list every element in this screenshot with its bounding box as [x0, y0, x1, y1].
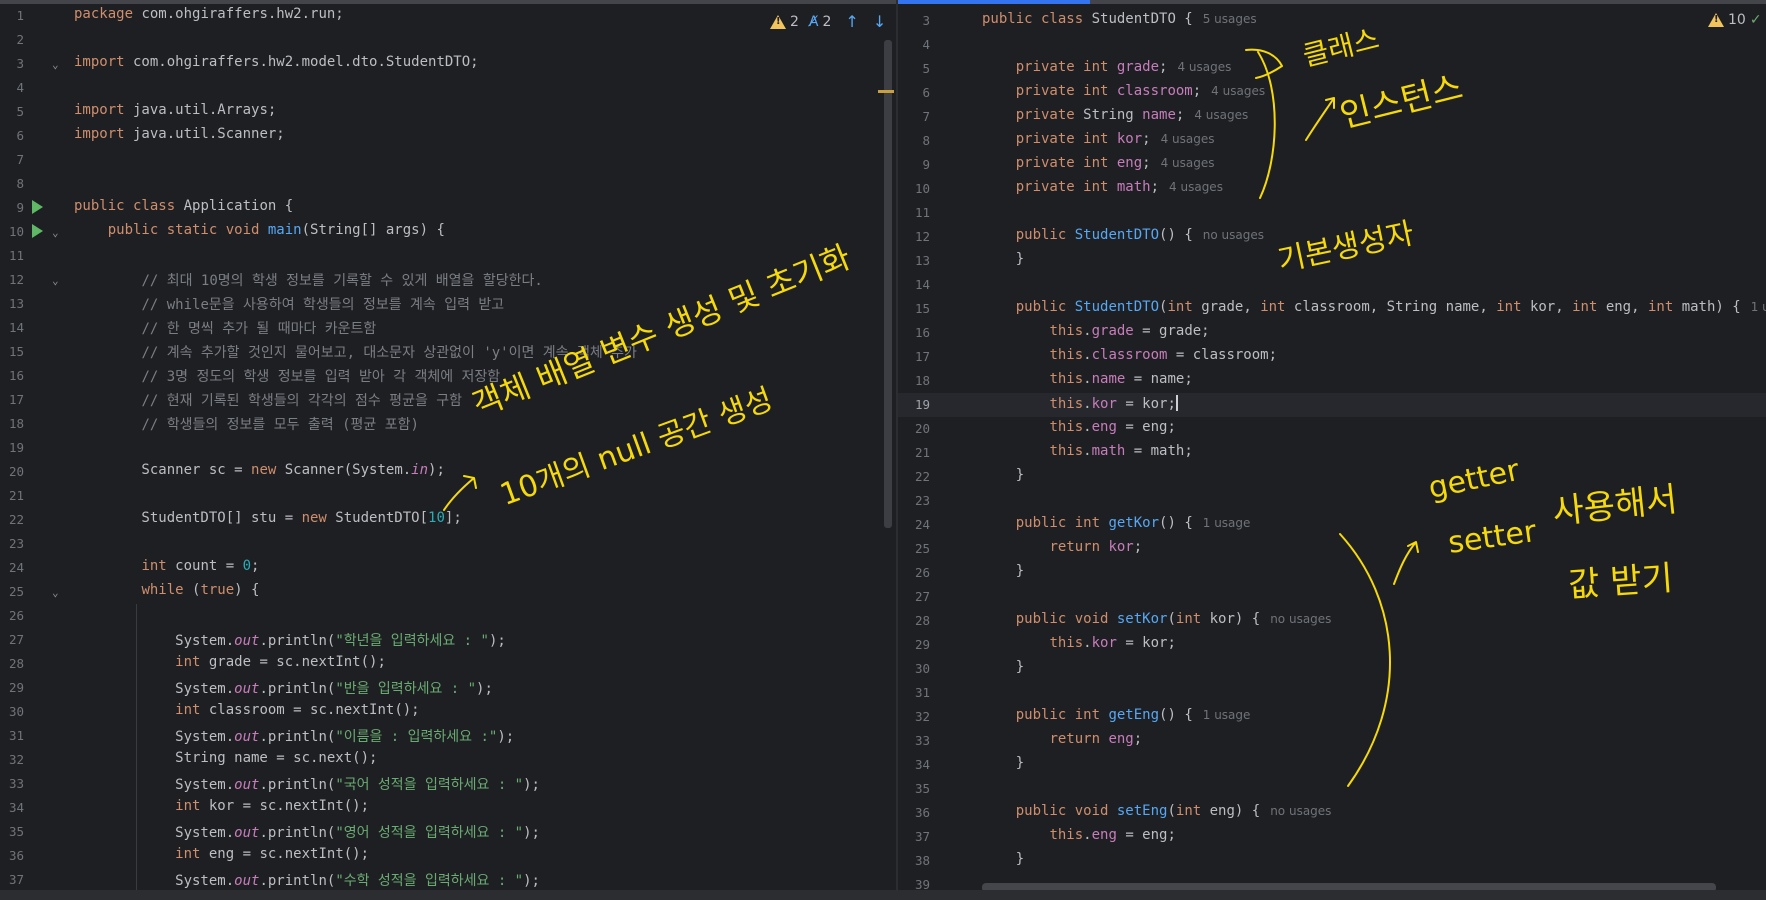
handwritten-ink-layer [443, 48, 1419, 787]
annotation-receive-value: 값 받기 [1566, 558, 1675, 606]
ink-arrow-getset [1393, 541, 1419, 585]
ink-brace-getset [1339, 533, 1391, 787]
ink-arrow-array [443, 475, 477, 511]
ink-arrow-instance [1305, 97, 1335, 141]
